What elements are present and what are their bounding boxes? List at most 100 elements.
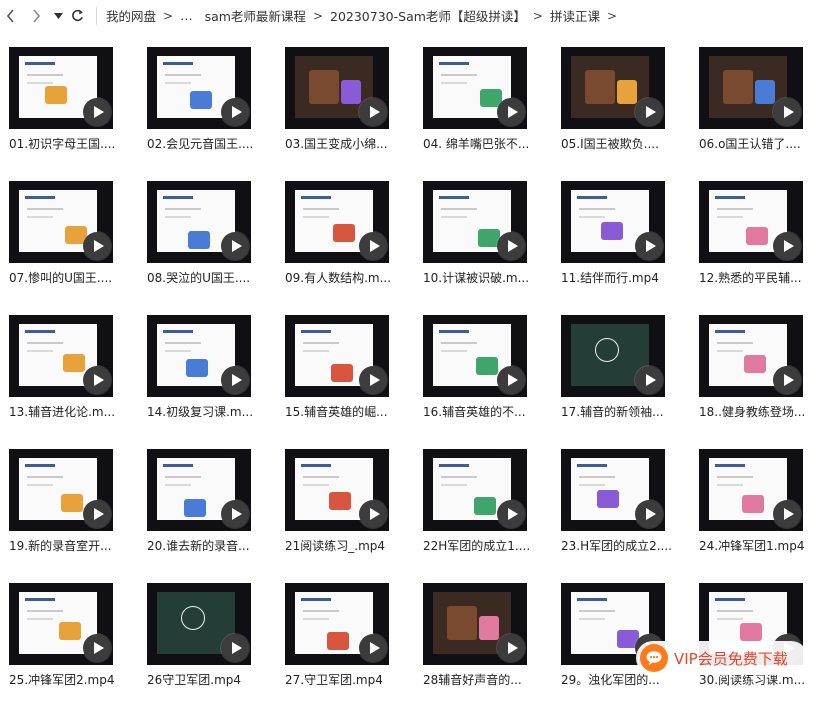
file-item[interactable]: 21阅读练习_.mp4 (285, 449, 423, 583)
file-item[interactable]: 08.哭泣的U国王.... (147, 181, 285, 315)
file-item[interactable]: 07.惨叫的U国王.... (9, 181, 147, 315)
breadcrumb-item-current-folder[interactable]: 拼读正课 (550, 6, 600, 25)
file-item[interactable]: 20.谁去新的录音... (147, 449, 285, 583)
file-item[interactable]: 10.计谋被识破.m... (423, 181, 561, 315)
slide-text-line (579, 484, 605, 486)
breadcrumb-item-course[interactable]: sam老师最新课程 (205, 6, 306, 25)
play-icon[interactable] (773, 232, 801, 260)
play-icon[interactable] (359, 634, 387, 662)
file-item[interactable]: 11.结伴而行.mp4 (561, 181, 699, 315)
play-icon[interactable] (359, 232, 387, 260)
play-icon[interactable] (773, 500, 801, 528)
play-icon[interactable] (359, 98, 387, 126)
play-icon[interactable] (497, 232, 525, 260)
file-item[interactable]: 03.国王变成小绵... (285, 47, 423, 181)
play-icon[interactable] (497, 366, 525, 394)
video-thumbnail (285, 449, 389, 531)
file-item[interactable]: 18..健身教练登场... (699, 315, 823, 449)
slide-text-line (27, 618, 53, 620)
forward-button[interactable] (22, 0, 50, 31)
play-icon[interactable] (635, 500, 663, 528)
slide-illustration (59, 622, 81, 640)
file-item[interactable]: 22H军团的成立1.... (423, 449, 561, 583)
video-thumbnail (561, 47, 665, 129)
file-item[interactable]: 28辅音好声音的... (423, 583, 561, 717)
slide-text-line (303, 610, 339, 612)
slide-text-line (303, 476, 339, 478)
slide-text-line (301, 196, 331, 199)
slide-text-line (303, 350, 329, 352)
file-item[interactable]: 02.会见元音国王.... (147, 47, 285, 181)
play-icon[interactable] (221, 634, 249, 662)
play-icon[interactable] (83, 98, 111, 126)
play-icon[interactable] (497, 500, 525, 528)
file-name: 27.守卫军团.mp4 (285, 673, 383, 687)
play-icon[interactable] (221, 232, 249, 260)
play-icon[interactable] (83, 500, 111, 528)
file-item[interactable]: 05.I国王被欺负.... (561, 47, 699, 181)
file-item[interactable]: 17.辅音的新领袖... (561, 315, 699, 449)
play-icon[interactable] (221, 98, 249, 126)
slide-illustration (188, 231, 210, 249)
breadcrumb-separator: > (312, 8, 323, 23)
slide-text-line (27, 82, 53, 84)
slide-text-line (25, 464, 55, 467)
breadcrumb-item-my-drive[interactable]: 我的网盘 (106, 6, 156, 25)
file-item[interactable]: 01.初识字母王国.... (9, 47, 147, 181)
slide-illustration (333, 224, 355, 242)
file-item[interactable]: 06.o国王认错了.... (699, 47, 823, 181)
file-item[interactable]: 19.新的录音室开... (9, 449, 147, 583)
slide-illustration (341, 80, 361, 104)
file-item[interactable]: 26守卫军团.mp4 (147, 583, 285, 717)
file-item[interactable]: 15.辅音英雄的崛... (285, 315, 423, 449)
history-dropdown-button[interactable] (50, 0, 66, 31)
file-item[interactable]: 12.熟悉的平民辅... (699, 181, 823, 315)
play-icon[interactable] (83, 232, 111, 260)
play-icon[interactable] (83, 366, 111, 394)
slide-text-line (717, 618, 743, 620)
play-icon[interactable] (497, 634, 525, 662)
play-icon[interactable] (359, 366, 387, 394)
file-item[interactable]: 25.冲锋军团2.mp4 (9, 583, 147, 717)
refresh-button[interactable] (66, 0, 88, 31)
play-icon[interactable] (635, 98, 663, 126)
play-icon[interactable] (359, 500, 387, 528)
slide-text-line (27, 74, 63, 76)
play-icon[interactable] (773, 98, 801, 126)
back-button[interactable] (0, 0, 22, 31)
slide-illustration (329, 492, 351, 510)
play-icon[interactable] (497, 98, 525, 126)
slide-text-line (577, 598, 607, 601)
file-item[interactable]: 14.初级复习课.m... (147, 315, 285, 449)
play-icon[interactable] (221, 366, 249, 394)
file-item[interactable]: 16.辅音英雄的不... (423, 315, 561, 449)
video-thumbnail (147, 315, 251, 397)
file-item[interactable]: 04. 绵羊嘴巴张不... (423, 47, 561, 181)
file-item[interactable]: 09.有人数结构.m... (285, 181, 423, 315)
file-item[interactable]: 23.H军团的成立2.... (561, 449, 699, 583)
play-icon[interactable] (635, 366, 663, 394)
play-icon[interactable] (221, 500, 249, 528)
video-thumbnail (9, 583, 113, 665)
video-thumbnail (285, 583, 389, 665)
file-name: 25.冲锋军团2.mp4 (9, 673, 115, 687)
slide-text-line (717, 484, 743, 486)
video-thumbnail (147, 583, 251, 665)
file-item[interactable]: 13.辅音进化论.m... (9, 315, 147, 449)
video-thumbnail (423, 181, 527, 263)
slide-text-line (165, 476, 201, 478)
video-thumbnail (285, 47, 389, 129)
play-icon[interactable] (773, 366, 801, 394)
vip-download-banner[interactable]: VIP会员免费下载 (636, 641, 808, 675)
file-item[interactable]: 24.冲锋军团1.mp4 (699, 449, 823, 583)
breadcrumb-item-series[interactable]: 20230730-Sam老师【超级拼读】 (330, 6, 526, 25)
play-icon[interactable] (83, 634, 111, 662)
file-name: 02.会见元音国王.... (147, 137, 254, 151)
chevron-left-icon (6, 8, 14, 23)
slide-text-line (579, 208, 615, 210)
slide-illustration (617, 80, 637, 104)
slide-text-line (27, 350, 53, 352)
breadcrumb-item-ellipsis[interactable]: … (180, 8, 193, 23)
play-icon[interactable] (635, 232, 663, 260)
file-item[interactable]: 27.守卫军团.mp4 (285, 583, 423, 717)
